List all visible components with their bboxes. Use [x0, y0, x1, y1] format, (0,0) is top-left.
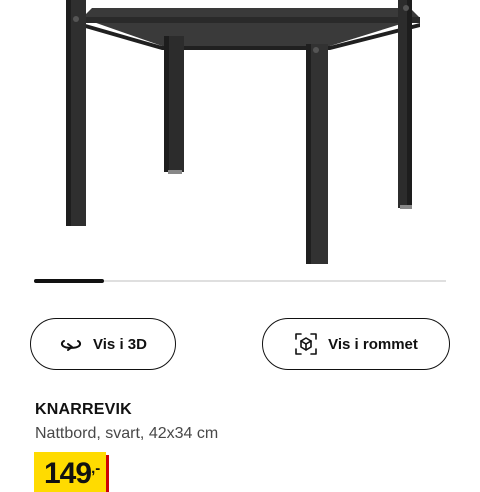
ar-cube-icon: [294, 332, 318, 356]
carousel-progress-fill: [34, 279, 105, 283]
price-value: 149: [44, 457, 92, 490]
view-3d-button[interactable]: Vis i 3D: [30, 318, 176, 370]
carousel-progress-track: [34, 279, 446, 283]
screw: [403, 5, 409, 11]
product-image: [66, 0, 420, 264]
price-tag: 149 ,-: [34, 452, 107, 492]
product-description: Nattbord, svart, 42x34 cm: [35, 425, 219, 442]
view-in-room-button[interactable]: Vis i rommet: [262, 318, 450, 370]
product-name: KNARREVIK: [35, 401, 132, 418]
screw: [313, 47, 319, 53]
view-3d-label: Vis i 3D: [93, 335, 147, 353]
view-in-room-label: Vis i rommet: [328, 335, 418, 353]
rotate-3d-icon: [59, 335, 83, 353]
screw: [73, 16, 79, 22]
shelf-front-edge: [82, 17, 420, 23]
price-suffix: ,-: [91, 460, 101, 477]
